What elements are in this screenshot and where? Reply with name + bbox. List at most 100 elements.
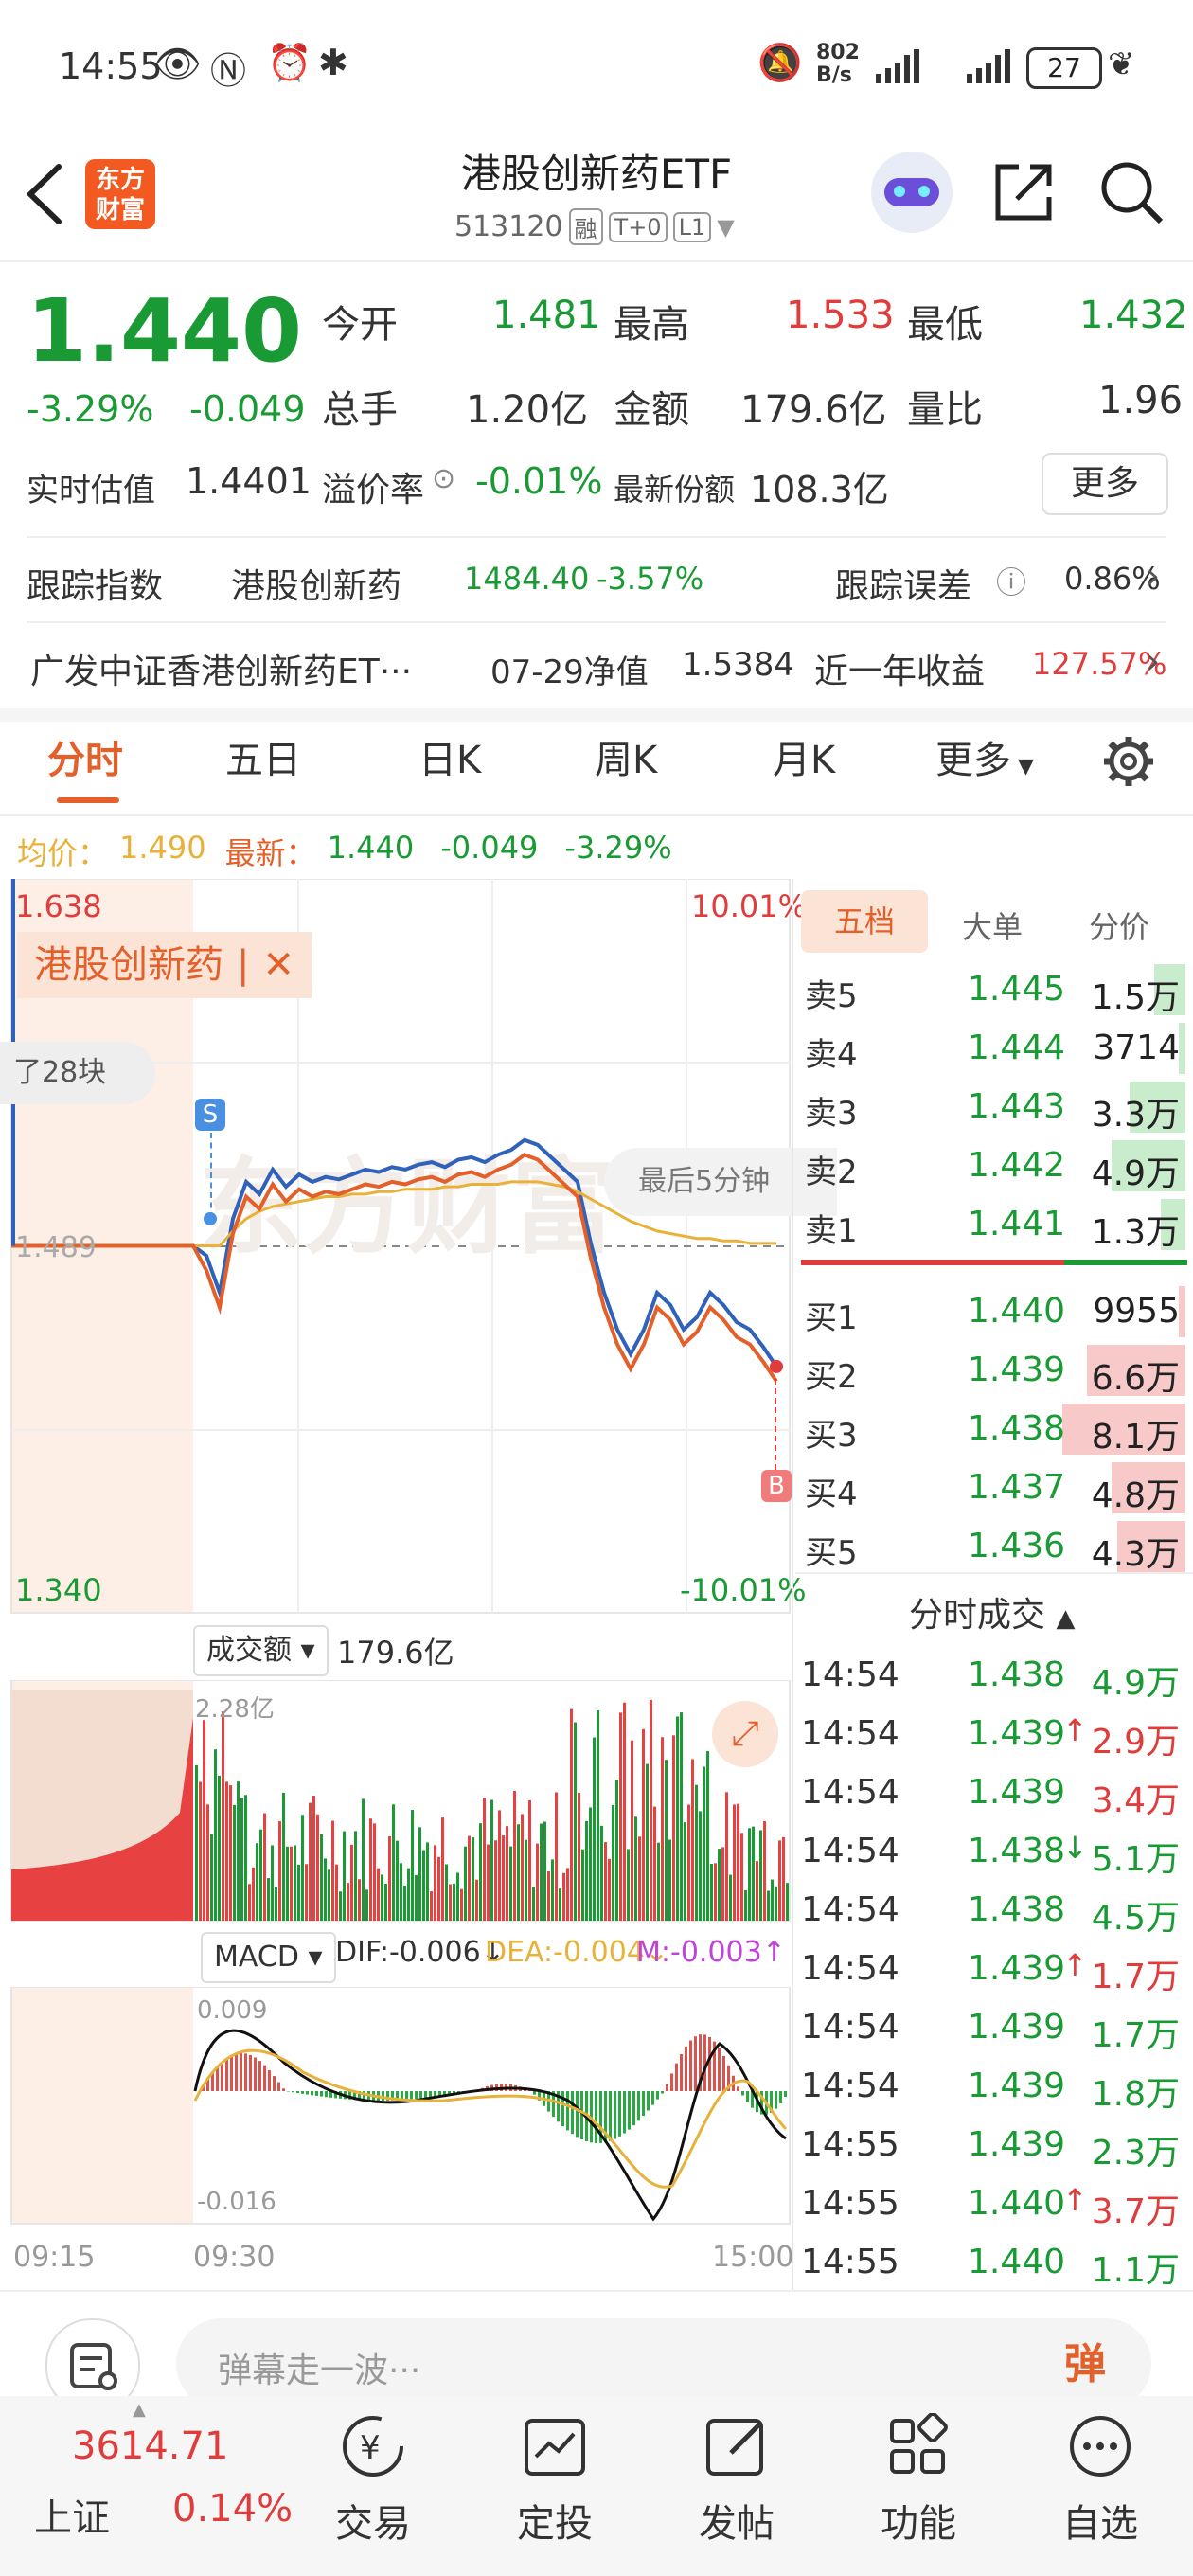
- y-axis-bottom: 1.340: [15, 1572, 102, 1608]
- sh-index-pct[interactable]: 0.14%: [172, 2487, 293, 2531]
- chevron-right-icon[interactable]: ›: [1146, 640, 1160, 682]
- volume-bar: [373, 1823, 376, 1921]
- volume-bar: [684, 1822, 686, 1921]
- sh-index-name[interactable]: 上证: [34, 2487, 110, 2542]
- nav-invest-plan[interactable]: 定投: [479, 2413, 631, 2548]
- fund-name[interactable]: 广发中证香港创新药ET···: [30, 644, 412, 693]
- sh-index-value[interactable]: 3614.71: [72, 2424, 228, 2468]
- macd-bar: [258, 2061, 261, 2091]
- tab-monthly-k[interactable]: 月K: [773, 729, 835, 784]
- ticks-title[interactable]: 分时成交 ▲: [909, 1587, 1075, 1637]
- toast-bubble: 了28块: [0, 1042, 155, 1104]
- close-icon[interactable]: ✕: [262, 932, 294, 998]
- expand-icon[interactable]: ⤢: [712, 1701, 778, 1767]
- tick-price: 1.439: [968, 1949, 1066, 1988]
- bid-level-row[interactable]: 买5 1.436 4.3万: [801, 1517, 1193, 1576]
- more-button[interactable]: 更多: [1042, 453, 1168, 515]
- volume-bar: [206, 1804, 209, 1921]
- macd-bar: [419, 2091, 422, 2099]
- volume-bar: [365, 1889, 368, 1921]
- tab-five-day[interactable]: 五日: [225, 729, 301, 784]
- volume-bar: [248, 1884, 251, 1921]
- avg-label: 均价：: [17, 835, 109, 871]
- track-index-name[interactable]: 港股创新药: [231, 559, 401, 608]
- volume-bar: [282, 1792, 285, 1921]
- settings-gear-icon[interactable]: [1100, 733, 1157, 790]
- tick-volume: 1.8万: [1091, 2075, 1180, 2114]
- tab-price-dist[interactable]: 分价: [1089, 903, 1149, 947]
- assistant-robot-icon[interactable]: [871, 152, 953, 233]
- nav-watchlist[interactable]: 自选: [1024, 2413, 1176, 2548]
- macd-chart[interactable]: [0, 1987, 795, 2226]
- macd-bar: [670, 2073, 673, 2091]
- macd-selector[interactable]: MACD ▾: [201, 1932, 336, 1983]
- volume-bar: [676, 1716, 679, 1921]
- danmu-toggle-button[interactable]: 弹: [1064, 2330, 1106, 2390]
- volume-bar: [335, 1864, 338, 1921]
- tab-big-orders[interactable]: 大单: [962, 903, 1023, 947]
- iopv-value: 1.4401: [186, 460, 312, 502]
- ask-level-row[interactable]: 卖3 1.443 3.3万: [801, 1078, 1193, 1136]
- tick-row: 14:55 1.439 2.3万: [801, 2116, 1193, 2174]
- volume-chart[interactable]: [0, 1680, 795, 1923]
- volume-bar: [672, 1735, 675, 1921]
- tick-price: 1.440: [968, 2243, 1066, 2281]
- time-label-open: 09:30: [193, 2241, 276, 2274]
- tick-price: 1.439: [968, 2008, 1066, 2047]
- volume-bar: [767, 1890, 770, 1921]
- volume-bar: [343, 1831, 346, 1921]
- ask-level-price: 1.445: [968, 970, 1066, 1009]
- volume-bar: [756, 1861, 758, 1921]
- chevron-down-icon[interactable]: ▼: [717, 214, 734, 241]
- back-icon[interactable]: [21, 161, 68, 227]
- tick-time: 14:55: [801, 2184, 899, 2223]
- ask-level-price: 1.441: [968, 1205, 1066, 1243]
- share-icon[interactable]: [990, 159, 1057, 225]
- tab-weekly-k[interactable]: 周K: [595, 729, 657, 784]
- volume-bar: [585, 1820, 588, 1921]
- ask-level-row[interactable]: 卖2 1.442 4.9万: [801, 1136, 1193, 1195]
- bid-level-row[interactable]: 买2 1.439 6.6万: [801, 1341, 1193, 1400]
- tab-more[interactable]: 更多 ▼: [935, 729, 1034, 784]
- change-value: -0.049: [189, 388, 306, 430]
- tick-row: 14:54 1.439 ↑ 2.9万: [801, 1705, 1193, 1763]
- app-logo[interactable]: 东方 财富: [85, 159, 155, 229]
- ask-level-row[interactable]: 卖4 1.444 3714: [801, 1019, 1193, 1078]
- chevron-right-icon[interactable]: ›: [1146, 555, 1160, 597]
- high-value: 1.533: [786, 294, 895, 337]
- question-icon[interactable]: ⓘ: [996, 559, 1026, 602]
- macd-bar: [618, 2091, 621, 2137]
- nav-functions[interactable]: 功能: [843, 2412, 994, 2548]
- volume-bar: [532, 1887, 535, 1921]
- info-icon[interactable]: ⊙: [432, 462, 455, 495]
- bid-level-row[interactable]: 买1 1.440 9955: [801, 1282, 1193, 1341]
- index-overlay-tag[interactable]: 港股创新药 | ✕: [17, 932, 312, 998]
- volume-bar: [460, 1888, 463, 1921]
- volume-bar: [570, 1708, 573, 1921]
- tab-daily-k[interactable]: 日K: [418, 729, 481, 784]
- buy-marker-b[interactable]: B: [761, 1470, 792, 1502]
- signal-icon: [876, 49, 1010, 83]
- latest-pct: -3.29%: [564, 830, 672, 866]
- nav-trade[interactable]: ¥ 交易: [297, 2413, 449, 2548]
- bid-level-row[interactable]: 买3 1.438 8.1万: [801, 1400, 1193, 1458]
- sell-marker-s[interactable]: S: [195, 1099, 225, 1131]
- volume-bar: [528, 1799, 531, 1921]
- volume-bar: [396, 1840, 399, 1921]
- status-time: 14:55: [59, 45, 163, 87]
- tab-intraday[interactable]: 分时: [47, 729, 123, 784]
- tab-five-levels[interactable]: 五档: [801, 890, 928, 953]
- search-icon[interactable]: [1098, 159, 1165, 225]
- volume-bar: [578, 1792, 580, 1921]
- volume-bar: [498, 1810, 501, 1921]
- ask-level-row[interactable]: 卖5 1.445 1.5万: [801, 960, 1193, 1019]
- tick-volume: 4.5万: [1091, 1899, 1180, 1938]
- nav-post[interactable]: 发帖: [661, 2413, 812, 2548]
- volume-bar: [490, 1799, 493, 1921]
- bid-level-row[interactable]: 买4 1.437 4.8万: [801, 1458, 1193, 1517]
- macd-bar: [666, 2084, 668, 2091]
- macd-bar: [775, 2091, 777, 2109]
- ask-level-row[interactable]: 卖1 1.441 1.3万: [801, 1195, 1193, 1254]
- macd-bar: [661, 2091, 664, 2094]
- ask-level-label: 卖1: [805, 1212, 858, 1250]
